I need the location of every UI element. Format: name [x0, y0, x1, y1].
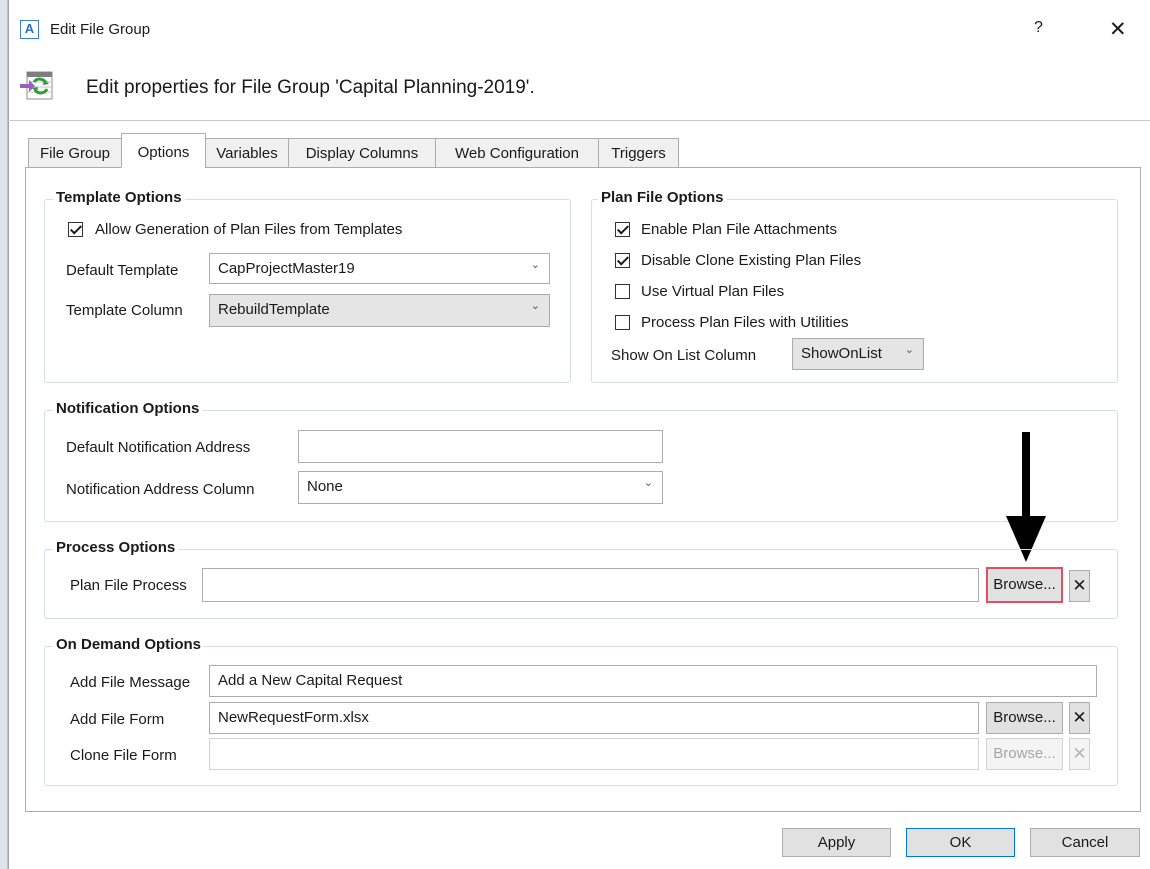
tab-web-configuration[interactable]: Web Configuration [435, 138, 599, 168]
app-icon: A [20, 20, 39, 39]
clone-file-form-clear-button[interactable]: ✕ [1069, 738, 1090, 770]
process-utilities-label: Process Plan Files with Utilities [641, 314, 849, 331]
disable-clone-checkbox[interactable] [615, 253, 630, 268]
process-utilities-checkbox[interactable] [615, 315, 630, 330]
ok-button[interactable]: OK [906, 828, 1015, 857]
tab-file-group[interactable]: File Group [28, 138, 122, 168]
header-divider [8, 120, 1150, 121]
tab-variables[interactable]: Variables [205, 138, 289, 168]
show-on-list-combo[interactable]: ShowOnList ⌄ [792, 338, 924, 370]
plan-file-process-browse-button[interactable]: Browse... [986, 567, 1063, 603]
background-window-edge [0, 0, 8, 869]
close-icon: ✕ [1072, 744, 1087, 763]
clone-file-form-browse-button[interactable]: Browse... [986, 738, 1063, 770]
chevron-down-icon: ⌄ [643, 477, 653, 489]
show-on-list-label: Show On List Column [611, 347, 757, 364]
close-icon: ✕ [1072, 576, 1087, 595]
template-column-label: Template Column [66, 302, 183, 319]
tab-display-columns[interactable]: Display Columns [288, 138, 436, 168]
add-file-form-input[interactable]: NewRequestForm.xlsx [209, 702, 979, 734]
cancel-button[interactable]: Cancel [1030, 828, 1140, 857]
help-button[interactable]: ? [1034, 19, 1043, 37]
notification-address-column-label: Notification Address Column [66, 481, 255, 498]
dialog-title: Edit File Group [50, 21, 151, 38]
default-template-label: Default Template [66, 262, 179, 279]
close-icon: ✕ [1072, 708, 1087, 727]
template-column-value: RebuildTemplate [218, 301, 330, 318]
default-notification-address-label: Default Notification Address [66, 439, 251, 456]
chevron-down-icon: ⌄ [530, 300, 540, 312]
plan-file-options-title: Plan File Options [598, 189, 727, 206]
file-group-refresh-icon [18, 68, 54, 102]
plan-file-process-input[interactable] [202, 568, 979, 602]
add-file-message-input[interactable]: Add a New Capital Request [209, 665, 1097, 697]
plan-file-process-label: Plan File Process [70, 577, 187, 594]
process-options-title: Process Options [53, 539, 179, 556]
dialog-description: Edit properties for File Group 'Capital … [86, 77, 535, 98]
tab-triggers[interactable]: Triggers [598, 138, 679, 168]
apply-button[interactable]: Apply [782, 828, 891, 857]
plan-file-process-clear-button[interactable]: ✕ [1069, 570, 1090, 602]
virtual-plan-files-label: Use Virtual Plan Files [641, 283, 785, 300]
clone-file-form-label: Clone File Form [70, 747, 177, 764]
notification-address-column-combo[interactable]: None ⌄ [298, 471, 663, 504]
annotation-arrow-icon [1006, 432, 1046, 562]
show-on-list-value: ShowOnList [801, 345, 882, 362]
add-file-message-label: Add File Message [70, 674, 191, 691]
allow-generation-checkbox[interactable] [68, 222, 83, 237]
close-button[interactable]: ✕ [1109, 17, 1127, 42]
enable-attachments-checkbox[interactable] [615, 222, 630, 237]
add-file-form-browse-button[interactable]: Browse... [986, 702, 1063, 734]
virtual-plan-files-checkbox[interactable] [615, 284, 630, 299]
disable-clone-label: Disable Clone Existing Plan Files [641, 252, 862, 269]
clone-file-form-input[interactable] [209, 738, 979, 770]
chevron-down-icon: ⌄ [904, 344, 914, 356]
default-notification-address-input[interactable] [298, 430, 663, 463]
default-template-combo[interactable]: CapProjectMaster19 ⌄ [209, 253, 550, 284]
template-column-combo[interactable]: RebuildTemplate ⌄ [209, 294, 550, 327]
tab-options[interactable]: Options [121, 133, 206, 168]
notification-address-column-value: None [307, 478, 343, 495]
allow-generation-label: Allow Generation of Plan Files from Temp… [95, 221, 403, 238]
notification-options-title: Notification Options [53, 400, 203, 417]
chevron-down-icon: ⌄ [530, 259, 540, 271]
template-options-title: Template Options [53, 189, 185, 206]
add-file-form-clear-button[interactable]: ✕ [1069, 702, 1090, 734]
default-template-value: CapProjectMaster19 [218, 260, 355, 277]
on-demand-options-title: On Demand Options [53, 636, 205, 653]
enable-attachments-label: Enable Plan File Attachments [641, 221, 837, 238]
add-file-form-label: Add File Form [70, 711, 165, 728]
notification-options-group [44, 410, 1118, 522]
